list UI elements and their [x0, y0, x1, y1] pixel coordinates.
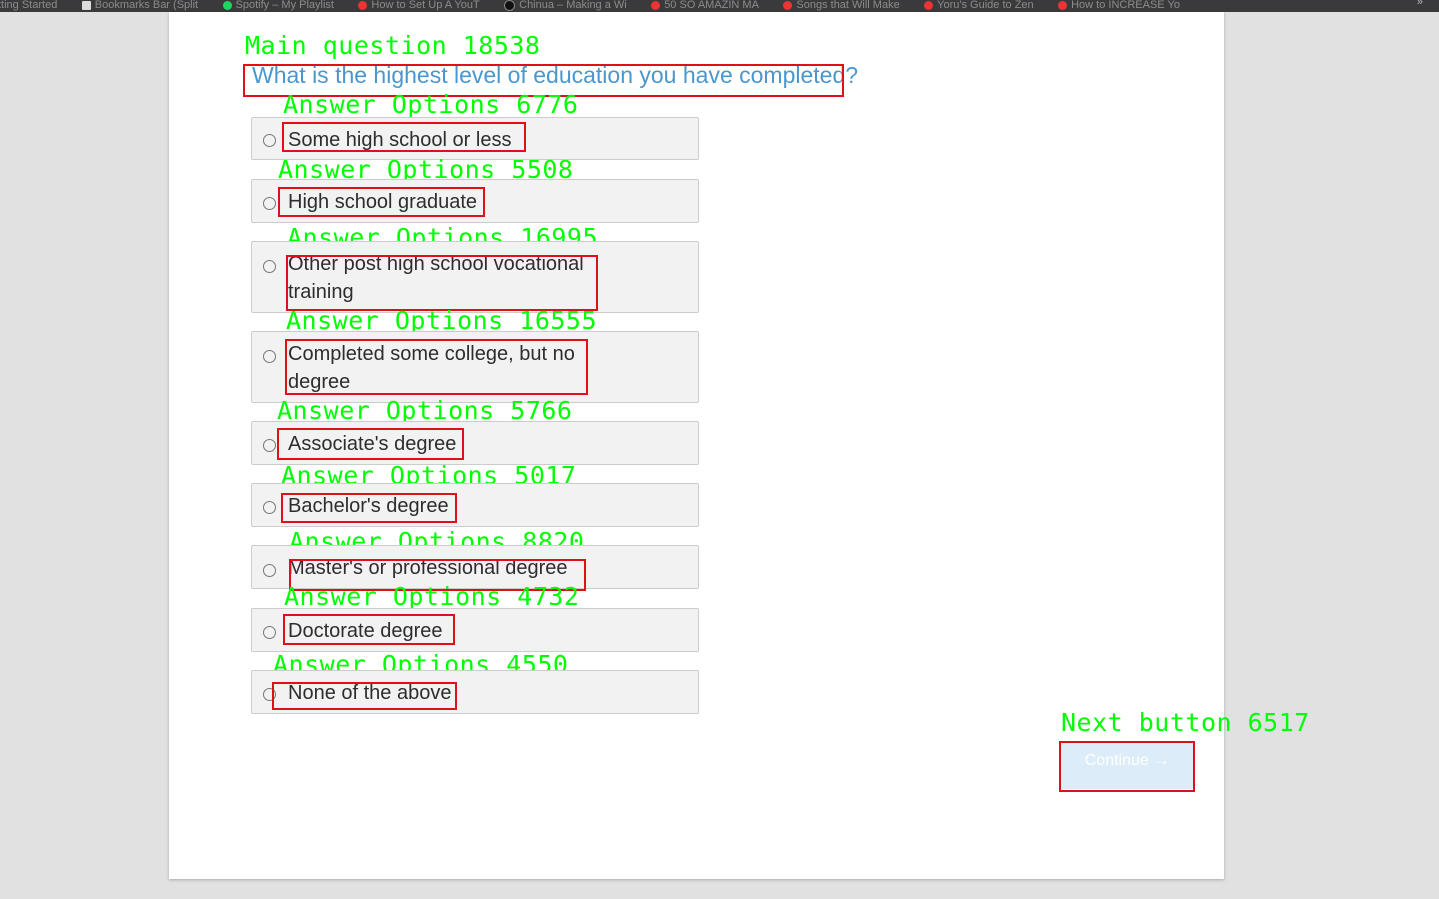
- bookmark-item[interactable]: How to INCREASE Yo: [1058, 0, 1180, 11]
- annotation-box: [286, 255, 598, 311]
- annotation-label: Answer Options 4732: [284, 582, 580, 611]
- youtube-icon: [924, 0, 934, 10]
- folder-icon: [81, 0, 91, 10]
- youtube-icon: [358, 0, 368, 10]
- bookmark-item[interactable]: 50 SO AMAZIN MA: [651, 0, 759, 11]
- bookmark-label: How to Set Up A YouT: [371, 0, 480, 11]
- bookmark-item[interactable]: Bookmarks Bar (Split: [81, 0, 199, 11]
- bookmark-label: 50 SO AMAZIN MA: [664, 0, 759, 11]
- bookmark-label: Yoru's Guide to Zen: [937, 0, 1034, 11]
- spotify-icon: [222, 0, 232, 10]
- annotation-box: [283, 614, 455, 645]
- bookmark-label: Bookmarks Bar (Split: [94, 0, 199, 11]
- youtube-icon: [783, 0, 793, 10]
- annotation-label: Answer Options 16555: [286, 306, 598, 335]
- annotation-label: Next button 6517: [1061, 708, 1310, 737]
- annotation-box: [1059, 741, 1195, 792]
- bookmark-label: Spotify – My Playlist: [235, 0, 334, 11]
- annotation-box: [278, 187, 485, 217]
- bookmark-label: Songs that Will Make: [796, 0, 900, 11]
- bookmark-item[interactable]: How to Set Up A YouT: [358, 0, 480, 11]
- bookmark-item[interactable]: Yoru's Guide to Zen: [924, 0, 1034, 11]
- bookmarks-overflow-button[interactable]: »: [1417, 0, 1423, 8]
- radio-button[interactable]: [263, 197, 276, 210]
- radio-button[interactable]: [263, 564, 276, 577]
- bookmark-item[interactable]: Songs that Will Make: [783, 0, 900, 11]
- annotation-box: [277, 428, 464, 460]
- bookmark-item[interactable]: Spotify – My Playlist: [222, 0, 334, 11]
- annotation-box: [285, 339, 588, 395]
- bookmarks-bar: tting Started Bookmarks Bar (Split Spoti…: [0, 0, 1439, 12]
- annotation-box: [281, 493, 457, 523]
- survey-card: Main question 18538 What is the highest …: [169, 12, 1309, 879]
- radio-button[interactable]: [263, 350, 276, 363]
- radio-button[interactable]: [263, 626, 276, 639]
- radio-button[interactable]: [263, 260, 276, 273]
- bookmark-label: How to INCREASE Yo: [1071, 0, 1180, 11]
- github-icon: [504, 0, 516, 11]
- radio-button[interactable]: [263, 439, 276, 452]
- annotation-label: Answer Options 6776: [283, 90, 579, 119]
- annotation-box: [272, 682, 457, 710]
- bookmark-item[interactable]: Chinua – Making a Wi: [504, 0, 627, 11]
- annotation-box: [282, 122, 526, 152]
- youtube-icon: [1058, 0, 1068, 10]
- annotation-label: Answer Options 5766: [277, 396, 573, 425]
- radio-button[interactable]: [263, 134, 276, 147]
- youtube-icon: [651, 0, 661, 10]
- bookmark-label: Chinua – Making a Wi: [519, 0, 627, 11]
- bookmark-item[interactable]: tting Started: [0, 0, 57, 11]
- annotation-label: Main question 18538: [245, 31, 541, 60]
- radio-button[interactable]: [263, 501, 276, 514]
